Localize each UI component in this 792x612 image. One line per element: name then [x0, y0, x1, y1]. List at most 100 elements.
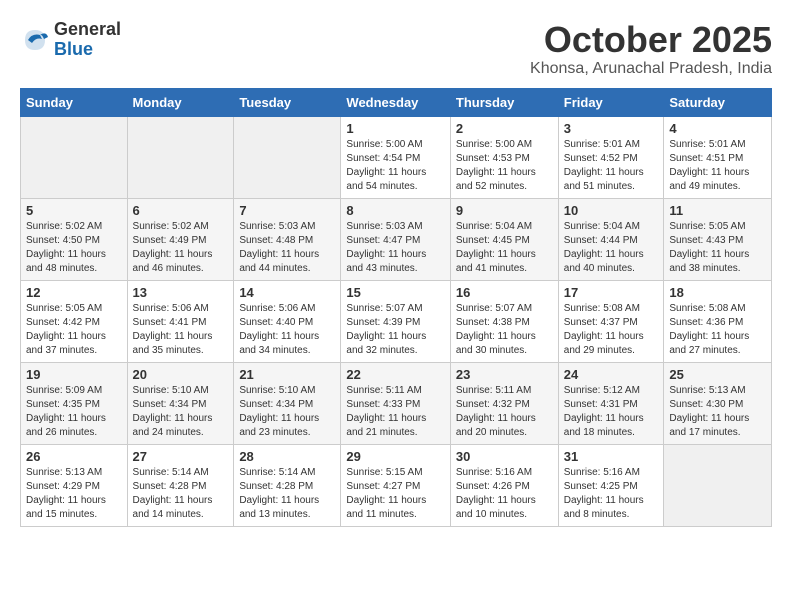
day-info: Sunrise: 5:06 AM Sunset: 4:40 PM Dayligh… [239, 302, 335, 358]
weekday-header: Friday [558, 88, 664, 116]
day-number: 11 [669, 203, 766, 218]
day-number: 9 [456, 203, 553, 218]
day-number: 29 [346, 449, 444, 464]
calendar-cell: 18Sunrise: 5:08 AM Sunset: 4:36 PM Dayli… [664, 280, 772, 362]
day-info: Sunrise: 5:08 AM Sunset: 4:36 PM Dayligh… [669, 302, 766, 358]
calendar-cell [234, 116, 341, 198]
title-block: October 2025 Khonsa, Arunachal Pradesh, … [530, 20, 772, 78]
calendar-week-row: 1 Sunrise: 5:00 AM Sunset: 4:54 PM Daylig… [21, 116, 772, 198]
weekday-header: Thursday [450, 88, 558, 116]
calendar-cell: 16 Sunrise: 5:07 AM Sunset: 4:38 PM Dayli… [450, 280, 558, 362]
weekday-header: Saturday [664, 88, 772, 116]
page-header: General Blue October 2025 Khonsa, Arunac… [20, 20, 772, 78]
weekday-header: Sunday [21, 88, 128, 116]
day-info: Sunrise: 5:02 AM Sunset: 4:49 PM Dayligh… [133, 220, 229, 276]
day-number: 12 [26, 285, 122, 300]
calendar-cell: 1 Sunrise: 5:00 AM Sunset: 4:54 PM Daylig… [341, 116, 450, 198]
day-number: 23 [456, 367, 553, 382]
logo-text: General Blue [54, 20, 121, 60]
calendar-cell: 2 Sunrise: 5:00 AM Sunset: 4:53 PM Daylig… [450, 116, 558, 198]
calendar-cell [664, 444, 772, 526]
day-info: Sunrise: 5:00 AM Sunset: 4:54 PM Dayligh… [346, 138, 444, 194]
day-info: Sunrise: 5:03 AM Sunset: 4:47 PM Dayligh… [346, 220, 444, 276]
calendar-cell: 17 Sunrise: 5:08 AM Sunset: 4:37 PM Dayli… [558, 280, 664, 362]
day-info: Sunrise: 5:09 AM Sunset: 4:35 PM Dayligh… [26, 384, 122, 440]
day-info: Sunrise: 5:07 AM Sunset: 4:39 PM Dayligh… [346, 302, 444, 358]
day-number: 16 [456, 285, 553, 300]
day-number: 1 [346, 121, 444, 136]
calendar-week-row: 12Sunrise: 5:05 AM Sunset: 4:42 PM Dayli… [21, 280, 772, 362]
calendar-cell: 29 Sunrise: 5:15 AM Sunset: 4:27 PM Dayli… [341, 444, 450, 526]
day-info: Sunrise: 5:15 AM Sunset: 4:27 PM Dayligh… [346, 466, 444, 522]
calendar-cell: 21Sunrise: 5:10 AM Sunset: 4:34 PM Dayli… [234, 362, 341, 444]
day-info: Sunrise: 5:14 AM Sunset: 4:28 PM Dayligh… [239, 466, 335, 522]
calendar-cell: 7 Sunrise: 5:03 AM Sunset: 4:48 PM Daylig… [234, 198, 341, 280]
day-info: Sunrise: 5:04 AM Sunset: 4:44 PM Dayligh… [564, 220, 659, 276]
day-info: Sunrise: 5:13 AM Sunset: 4:30 PM Dayligh… [669, 384, 766, 440]
day-info: Sunrise: 5:07 AM Sunset: 4:38 PM Dayligh… [456, 302, 553, 358]
day-info: Sunrise: 5:05 AM Sunset: 4:43 PM Dayligh… [669, 220, 766, 276]
day-info: Sunrise: 5:16 AM Sunset: 4:25 PM Dayligh… [564, 466, 659, 522]
weekday-header: Monday [127, 88, 234, 116]
logo: General Blue [20, 20, 121, 60]
day-number: 3 [564, 121, 659, 136]
day-info: Sunrise: 5:03 AM Sunset: 4:48 PM Dayligh… [239, 220, 335, 276]
calendar-table: SundayMondayTuesdayWednesdayThursdayFrid… [20, 88, 772, 527]
day-info: Sunrise: 5:10 AM Sunset: 4:34 PM Dayligh… [133, 384, 229, 440]
day-info: Sunrise: 5:14 AM Sunset: 4:28 PM Dayligh… [133, 466, 229, 522]
day-info: Sunrise: 5:01 AM Sunset: 4:52 PM Dayligh… [564, 138, 659, 194]
day-info: Sunrise: 5:00 AM Sunset: 4:53 PM Dayligh… [456, 138, 553, 194]
day-number: 20 [133, 367, 229, 382]
day-number: 24 [564, 367, 659, 382]
day-number: 4 [669, 121, 766, 136]
weekday-header-row: SundayMondayTuesdayWednesdayThursdayFrid… [21, 88, 772, 116]
calendar-cell: 27 Sunrise: 5:14 AM Sunset: 4:28 PM Dayli… [127, 444, 234, 526]
day-info: Sunrise: 5:01 AM Sunset: 4:51 PM Dayligh… [669, 138, 766, 194]
day-info: Sunrise: 5:13 AM Sunset: 4:29 PM Dayligh… [26, 466, 122, 522]
day-number: 28 [239, 449, 335, 464]
day-number: 22 [346, 367, 444, 382]
day-info: Sunrise: 5:06 AM Sunset: 4:41 PM Dayligh… [133, 302, 229, 358]
calendar-cell: 19 Sunrise: 5:09 AM Sunset: 4:35 PM Dayli… [21, 362, 128, 444]
weekday-header: Wednesday [341, 88, 450, 116]
calendar-cell: 24 Sunrise: 5:12 AM Sunset: 4:31 PM Dayli… [558, 362, 664, 444]
day-number: 30 [456, 449, 553, 464]
day-number: 19 [26, 367, 122, 382]
calendar-cell: 30 Sunrise: 5:16 AM Sunset: 4:26 PM Dayli… [450, 444, 558, 526]
day-info: Sunrise: 5:08 AM Sunset: 4:37 PM Dayligh… [564, 302, 659, 358]
day-number: 25 [669, 367, 766, 382]
day-number: 5 [26, 203, 122, 218]
day-number: 27 [133, 449, 229, 464]
calendar-cell: 13 Sunrise: 5:06 AM Sunset: 4:41 PM Dayli… [127, 280, 234, 362]
calendar-cell: 4 Sunrise: 5:01 AM Sunset: 4:51 PM Daylig… [664, 116, 772, 198]
calendar-cell: 5Sunrise: 5:02 AM Sunset: 4:50 PM Daylig… [21, 198, 128, 280]
calendar-cell: 10 Sunrise: 5:04 AM Sunset: 4:44 PM Dayli… [558, 198, 664, 280]
day-info: Sunrise: 5:16 AM Sunset: 4:26 PM Dayligh… [456, 466, 553, 522]
calendar-cell: 6Sunrise: 5:02 AM Sunset: 4:49 PM Daylig… [127, 198, 234, 280]
day-number: 14 [239, 285, 335, 300]
day-info: Sunrise: 5:04 AM Sunset: 4:45 PM Dayligh… [456, 220, 553, 276]
calendar-cell [127, 116, 234, 198]
calendar-cell: 3 Sunrise: 5:01 AM Sunset: 4:52 PM Daylig… [558, 116, 664, 198]
month-title: October 2025 [530, 20, 772, 60]
calendar-cell: 11 Sunrise: 5:05 AM Sunset: 4:43 PM Dayli… [664, 198, 772, 280]
day-info: Sunrise: 5:11 AM Sunset: 4:32 PM Dayligh… [456, 384, 553, 440]
calendar-week-row: 5Sunrise: 5:02 AM Sunset: 4:50 PM Daylig… [21, 198, 772, 280]
calendar-cell: 9 Sunrise: 5:04 AM Sunset: 4:45 PM Daylig… [450, 198, 558, 280]
calendar-cell: 20 Sunrise: 5:10 AM Sunset: 4:34 PM Dayli… [127, 362, 234, 444]
calendar-cell [21, 116, 128, 198]
day-number: 26 [26, 449, 122, 464]
day-number: 7 [239, 203, 335, 218]
day-number: 31 [564, 449, 659, 464]
calendar-cell: 15 Sunrise: 5:07 AM Sunset: 4:39 PM Dayli… [341, 280, 450, 362]
day-info: Sunrise: 5:10 AM Sunset: 4:34 PM Dayligh… [239, 384, 335, 440]
day-number: 17 [564, 285, 659, 300]
day-number: 15 [346, 285, 444, 300]
logo-general-text: General [54, 20, 121, 40]
logo-icon [20, 25, 50, 55]
day-number: 13 [133, 285, 229, 300]
calendar-cell: 8Sunrise: 5:03 AM Sunset: 4:47 PM Daylig… [341, 198, 450, 280]
day-info: Sunrise: 5:12 AM Sunset: 4:31 PM Dayligh… [564, 384, 659, 440]
day-number: 10 [564, 203, 659, 218]
day-number: 2 [456, 121, 553, 136]
